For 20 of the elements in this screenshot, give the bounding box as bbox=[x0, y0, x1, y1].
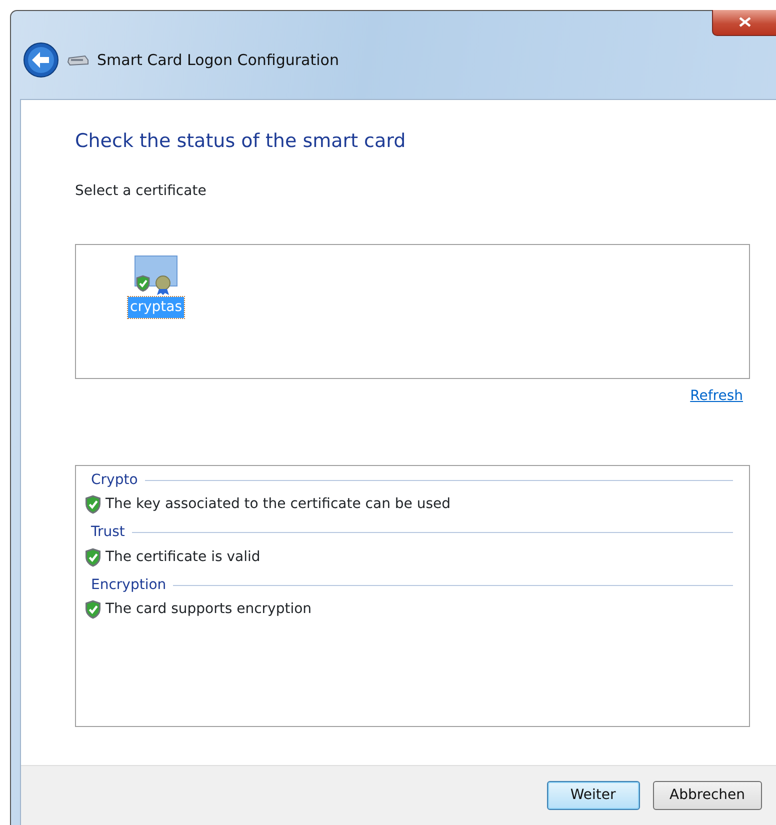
dialog-button[interactable]: Weiter bbox=[546, 781, 640, 810]
card-reader-icon bbox=[67, 54, 89, 66]
status-text: The key associated to the certificate can be used bbox=[106, 495, 451, 514]
page-heading: Check the status of the smart card bbox=[75, 130, 407, 153]
close-button[interactable] bbox=[712, 10, 776, 36]
certificate-icon[interactable] bbox=[133, 254, 179, 295]
status-text: The certificate is valid bbox=[106, 548, 260, 567]
refresh-link[interactable]: Refresh bbox=[690, 386, 743, 407]
check-shield-icon bbox=[84, 495, 102, 514]
group-heading: Trust bbox=[91, 523, 125, 542]
window-title: Smart Card Logon Configuration bbox=[97, 50, 339, 71]
dialog-button[interactable]: Abbrechen bbox=[652, 781, 762, 810]
status-text: The card supports encryption bbox=[106, 600, 312, 620]
check-shield-icon bbox=[84, 600, 102, 620]
back-button[interactable] bbox=[23, 42, 59, 78]
group-heading: Encryption bbox=[91, 576, 166, 595]
instruction-text: Select a certificate bbox=[75, 182, 208, 201]
close-icon bbox=[738, 17, 750, 28]
group-heading: Crypto bbox=[91, 470, 138, 490]
check-shield-icon bbox=[84, 548, 102, 567]
